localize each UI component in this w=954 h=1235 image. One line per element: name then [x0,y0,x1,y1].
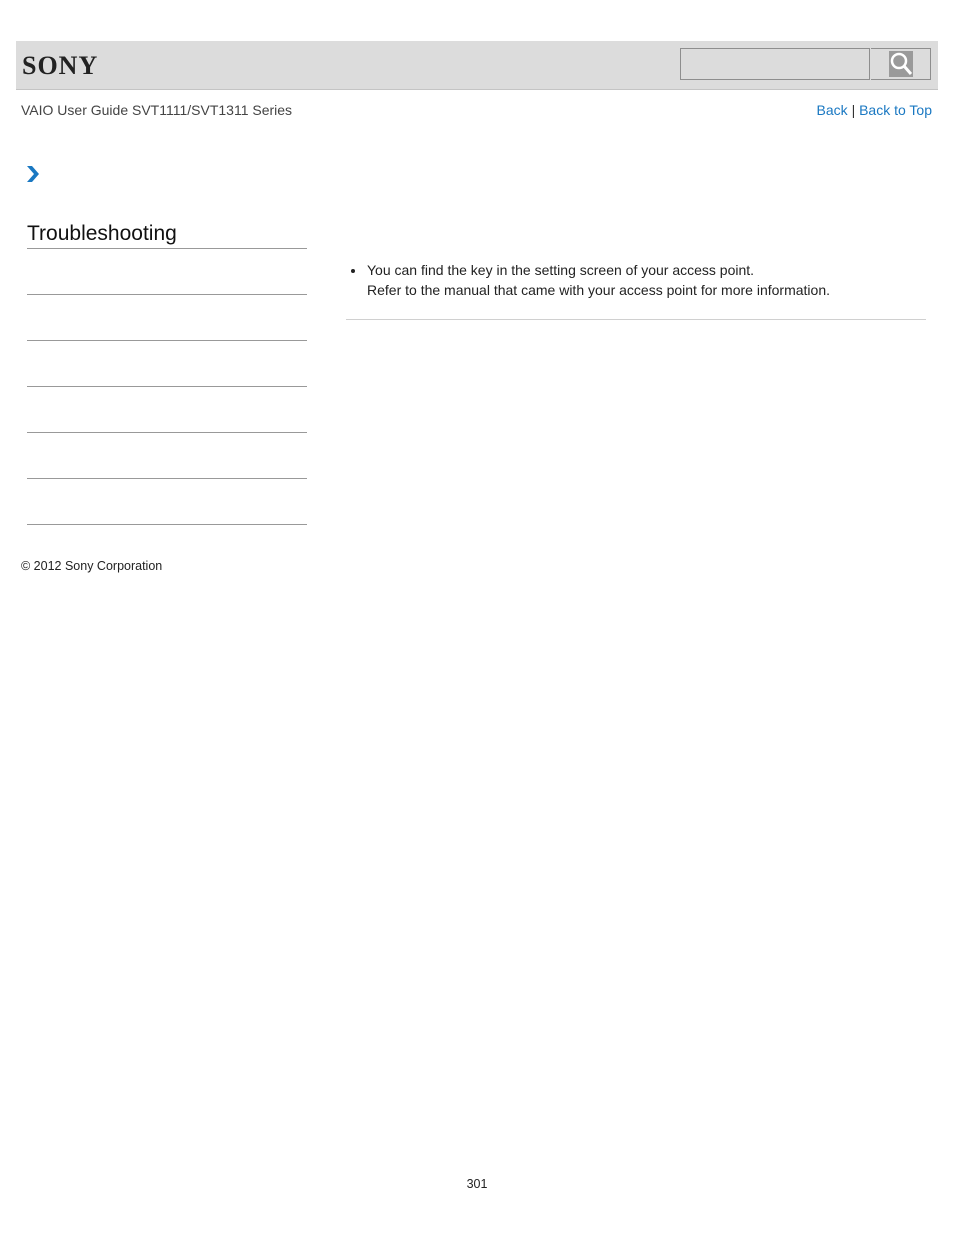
bullet-list: You can find the key in the setting scre… [346,260,926,300]
bullet-item: You can find the key in the setting scre… [346,260,926,300]
sidebar-title: Troubleshooting [27,220,307,249]
page-number: 301 [466,1177,488,1191]
main-content: You can find the key in the setting scre… [346,260,926,320]
bullet-line-1: You can find the key in the setting scre… [367,262,755,278]
nav-separator: | [851,102,856,118]
sidebar-item[interactable] [27,295,307,341]
sidebar-item[interactable] [27,433,307,479]
sidebar-item[interactable] [27,479,307,525]
search-input[interactable] [680,48,870,80]
sidebar-item[interactable] [27,387,307,433]
sony-logo[interactable]: SONY [22,51,98,81]
content-divider [346,319,926,320]
guide-title: VAIO User Guide SVT1111/SVT1311 Series [21,102,293,118]
bullet-line-2: Refer to the manual that came with your … [367,282,830,298]
sidebar-item[interactable] [27,249,307,295]
header-bar: SONY [16,41,938,90]
sidebar-item[interactable] [27,341,307,387]
copyright: © 2012 Sony Corporation [21,559,163,573]
chevron-right-icon[interactable] [26,165,40,183]
back-to-top-link[interactable]: Back to Top [859,102,932,118]
back-link[interactable]: Back [817,102,848,118]
nav-links: Back | Back to Top [817,102,932,118]
search-button[interactable] [871,48,931,80]
sidebar: Troubleshooting [27,220,307,525]
search-icon [888,51,913,77]
